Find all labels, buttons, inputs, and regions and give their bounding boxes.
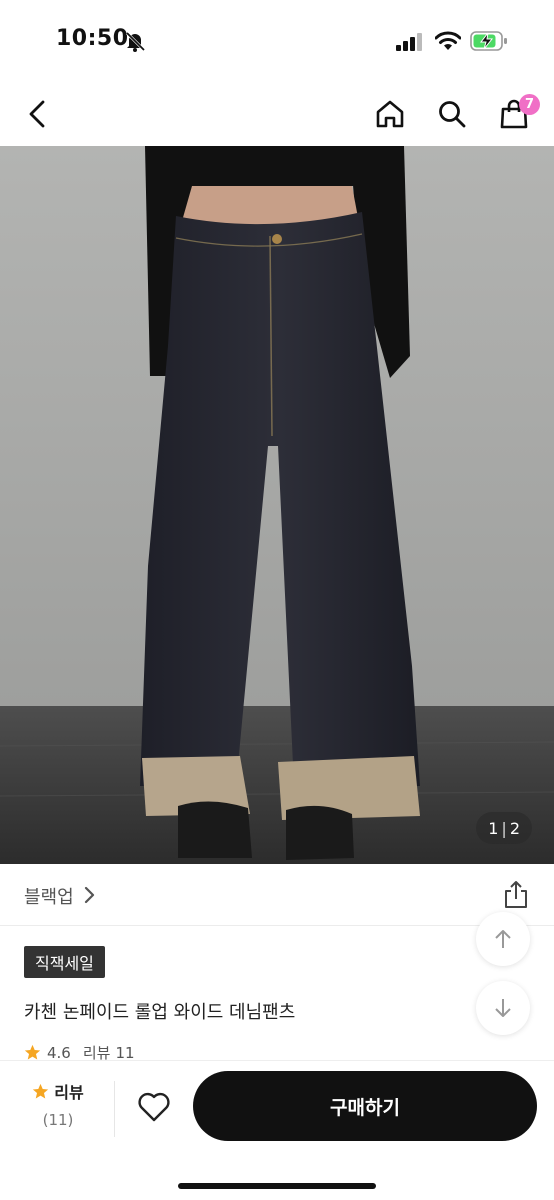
search-icon [439,101,466,128]
chevron-right-icon [84,886,95,904]
page-separator: | [501,818,507,838]
signal-icon [396,33,422,51]
bottom-action-bar: 리뷰 (11) 구매하기 [0,1060,554,1200]
star-icon [33,1083,49,1098]
review-summary-button[interactable]: 리뷰 (11) [20,1079,96,1145]
star-icon [24,1044,41,1060]
status-time: 10:50 [56,26,129,51]
status-bar: 10:50 [0,0,554,80]
search-button[interactable] [430,92,474,136]
brand-row: 블랙업 [0,864,554,926]
cart-count-badge: 7 [519,94,540,115]
home-icon [376,100,404,128]
chevron-left-icon [29,100,45,128]
buy-button[interactable]: 구매하기 [193,1071,537,1141]
wishlist-button[interactable] [134,1087,174,1127]
cart-button[interactable]: 7 [492,92,540,136]
back-button[interactable] [16,92,60,136]
sale-tag-badge: 직잭세일 [24,946,105,978]
review-summary-label: 리뷰 [54,1083,84,1102]
product-image-carousel[interactable]: 1 | 2 [0,146,554,864]
review-count: 11 [115,1043,135,1062]
bell-slash-icon [125,31,146,52]
product-title: 카첸 논페이드 롤업 와이드 데님팬츠 [24,1002,296,1023]
home-button[interactable] [368,92,412,136]
heart-icon [138,1092,170,1122]
arrow-down-icon [495,999,511,1017]
scroll-down-button[interactable] [476,981,530,1035]
page-total: 2 [509,818,520,838]
review-summary-count: (11) [42,1111,74,1129]
image-page-indicator: 1 | 2 [476,812,532,844]
rating-value: 4.6 [47,1043,71,1062]
product-photo [0,146,554,864]
brand-link[interactable]: 블랙업 [24,883,74,909]
divider [114,1081,115,1137]
wifi-icon [435,31,461,50]
review-summary-label-row: 리뷰 [20,1079,96,1103]
scroll-up-button[interactable] [476,912,530,966]
share-icon[interactable] [502,880,530,910]
home-indicator [178,1183,376,1189]
arrow-up-icon [495,930,511,948]
nav-bar: 7 [0,80,554,146]
battery-charging-icon [470,31,507,51]
page-current: 1 [488,818,499,838]
